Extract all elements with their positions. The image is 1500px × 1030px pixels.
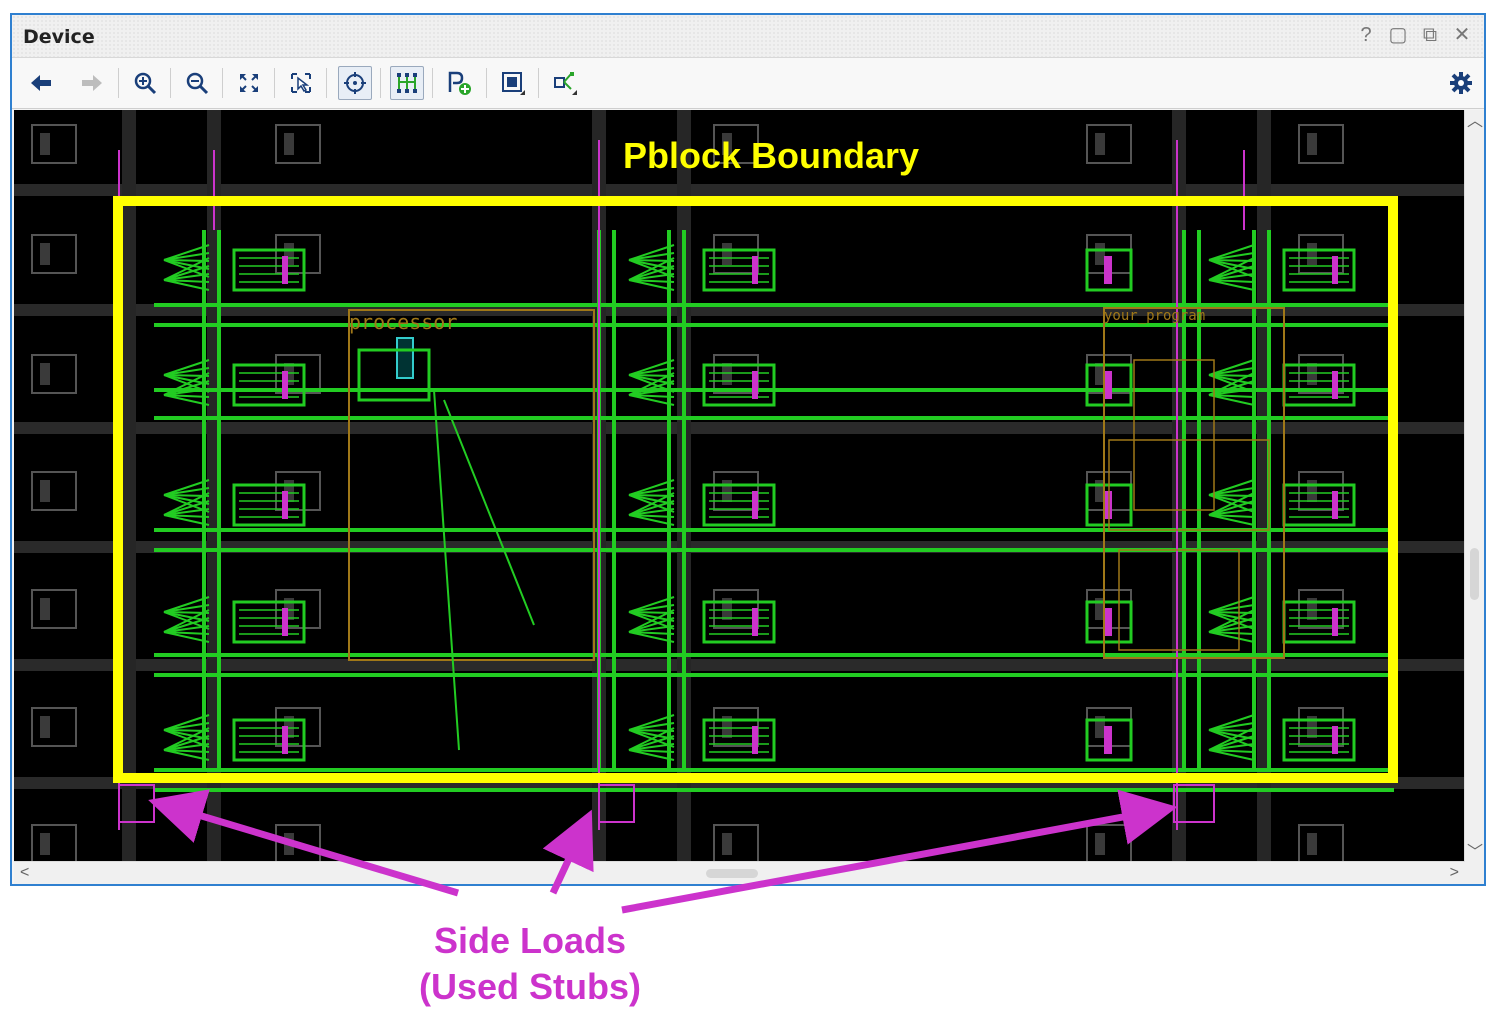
side-load-arrows [148,789,1178,914]
side-loads-annotation: Side Loads (Used Stubs) [390,918,670,1010]
side-loads-line-1: Side Loads [433,920,627,961]
side-load-arrow-middle [542,809,594,895]
side-load-arrow-right [621,789,1178,914]
side-load-arrow-left [148,789,460,897]
side-loads-line-2: (Used Stubs) [418,966,641,1007]
